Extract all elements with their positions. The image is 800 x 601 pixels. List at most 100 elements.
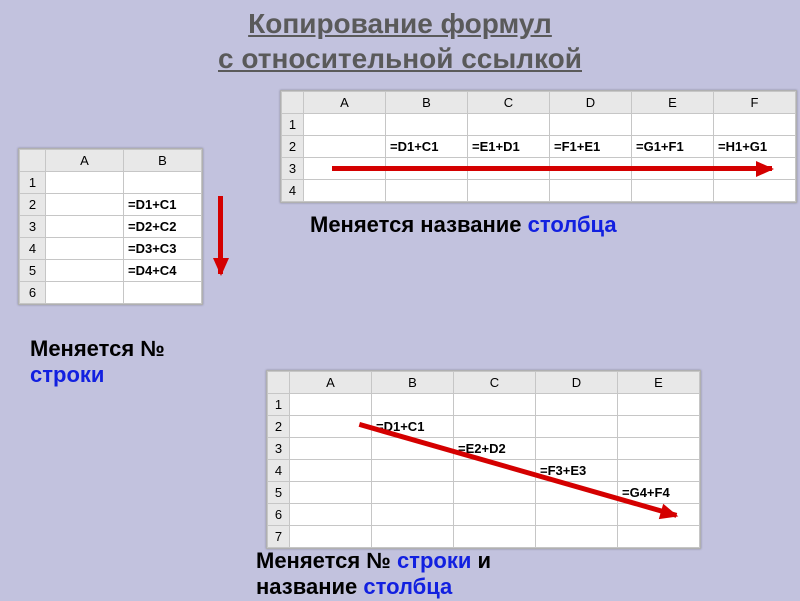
caption-highlight: столбца	[357, 574, 452, 599]
caption-text: и	[471, 548, 491, 573]
caption-row-changes: Меняется № строки	[30, 336, 240, 388]
col-header: D	[550, 92, 632, 114]
row-header: 2	[282, 136, 304, 158]
row-header: 6	[20, 282, 46, 304]
row-header: 2	[268, 416, 290, 438]
formula-cell: =D1+C1	[386, 136, 468, 158]
cell	[372, 394, 454, 416]
cell	[536, 394, 618, 416]
col-header: A	[46, 150, 124, 172]
cell	[46, 172, 124, 194]
title-line-1: Копирование формул	[248, 8, 552, 39]
col-header: D	[536, 372, 618, 394]
caption-text: название	[256, 574, 357, 599]
row-header: 4	[268, 460, 290, 482]
formula-cell: =D3+C3	[124, 238, 202, 260]
cell	[124, 172, 202, 194]
caption-text: Меняется название	[310, 212, 528, 237]
cell	[46, 260, 124, 282]
cell	[454, 416, 536, 438]
arrow-down-icon	[218, 196, 223, 274]
formula-cell: =D1+C1	[124, 194, 202, 216]
cell	[618, 460, 700, 482]
cell	[454, 482, 536, 504]
row-header: 3	[282, 158, 304, 180]
row-header: 7	[268, 526, 290, 548]
col-header: B	[386, 92, 468, 114]
cell	[536, 504, 618, 526]
row-header: 2	[20, 194, 46, 216]
cell	[468, 180, 550, 202]
cell	[304, 180, 386, 202]
arrow-right-icon	[332, 166, 772, 171]
spreadsheet-vertical: A B 1 2=D1+C1 3=D2+C2 4=D3+C3 5=D4+C4 6	[18, 148, 203, 305]
row-header: 6	[268, 504, 290, 526]
corner-cell	[268, 372, 290, 394]
cell	[290, 394, 372, 416]
cell	[468, 114, 550, 136]
cell	[46, 194, 124, 216]
formula-cell: =E1+D1	[468, 136, 550, 158]
corner-cell	[282, 92, 304, 114]
formula-cell: =F1+E1	[550, 136, 632, 158]
corner-cell	[20, 150, 46, 172]
formula-cell: =D4+C4	[124, 260, 202, 282]
slide-title: Копирование формул с относительной ссылк…	[0, 0, 800, 76]
col-header: F	[714, 92, 796, 114]
cell	[386, 180, 468, 202]
spreadsheet-vertical-table: A B 1 2=D1+C1 3=D2+C2 4=D3+C3 5=D4+C4 6	[19, 149, 202, 304]
cell	[550, 180, 632, 202]
caption-highlight: столбца	[528, 212, 617, 237]
cell	[290, 526, 372, 548]
cell	[618, 526, 700, 548]
title-line-2: с относительной ссылкой	[218, 43, 582, 74]
spreadsheet-horizontal: A B C D E F 1 2 =D1+C1 =E1+D1 =F1+E1 =G1…	[280, 90, 797, 203]
cell	[46, 282, 124, 304]
row-header: 3	[20, 216, 46, 238]
row-header: 3	[268, 438, 290, 460]
row-header: 5	[268, 482, 290, 504]
cell	[304, 136, 386, 158]
col-header: B	[372, 372, 454, 394]
caption-column-changes: Меняется название столбца	[310, 212, 617, 238]
col-header: C	[468, 92, 550, 114]
row-header: 4	[282, 180, 304, 202]
cell	[618, 416, 700, 438]
cell	[46, 216, 124, 238]
row-header: 1	[282, 114, 304, 136]
formula-cell: =H1+G1	[714, 136, 796, 158]
spreadsheet-horizontal-table: A B C D E F 1 2 =D1+C1 =E1+D1 =F1+E1 =G1…	[281, 91, 796, 202]
caption-highlight: строки	[397, 548, 471, 573]
caption-both-change: Меняется № строки и название столбца	[256, 548, 736, 601]
col-header: E	[618, 372, 700, 394]
cell	[290, 460, 372, 482]
cell	[372, 526, 454, 548]
cell	[46, 238, 124, 260]
cell	[618, 394, 700, 416]
row-header: 5	[20, 260, 46, 282]
cell	[304, 114, 386, 136]
cell	[632, 180, 714, 202]
formula-cell: =G1+F1	[632, 136, 714, 158]
cell	[618, 438, 700, 460]
col-header: A	[304, 92, 386, 114]
cell	[550, 114, 632, 136]
cell	[372, 482, 454, 504]
row-header: 1	[20, 172, 46, 194]
cell	[290, 504, 372, 526]
cell	[454, 526, 536, 548]
cell	[454, 504, 536, 526]
col-header: B	[124, 150, 202, 172]
cell	[714, 180, 796, 202]
col-header: C	[454, 372, 536, 394]
col-header: A	[290, 372, 372, 394]
row-header: 4	[20, 238, 46, 260]
cell	[386, 114, 468, 136]
cell	[124, 282, 202, 304]
cell	[372, 504, 454, 526]
caption-text: Меняется №	[256, 548, 397, 573]
cell	[290, 482, 372, 504]
row-header: 1	[268, 394, 290, 416]
caption-text: Меняется №	[30, 336, 165, 361]
cell	[454, 394, 536, 416]
